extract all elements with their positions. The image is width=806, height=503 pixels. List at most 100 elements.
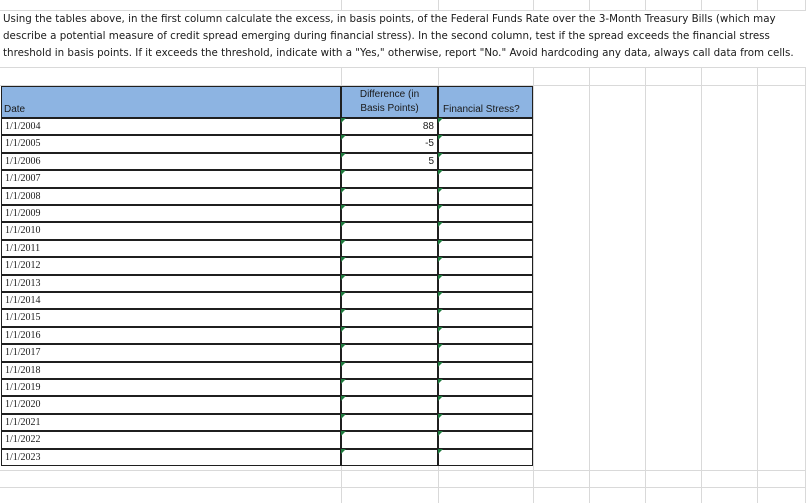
error-indicator-icon[interactable] [341, 379, 346, 384]
header-financial-stress[interactable]: Financial Stress? [438, 86, 533, 118]
error-indicator-icon[interactable] [341, 292, 346, 297]
date-cell[interactable]: 1/1/2020 [1, 396, 341, 414]
date-cell[interactable]: 1/1/2016 [1, 326, 341, 345]
error-indicator-icon[interactable] [438, 257, 443, 263]
financial-stress-cell[interactable] [438, 222, 533, 240]
date-cell[interactable]: 1/1/2018 [1, 361, 341, 379]
difference-cell[interactable]: 88 [341, 118, 438, 136]
financial-stress-cell[interactable] [438, 292, 533, 310]
error-indicator-icon[interactable] [341, 205, 346, 210]
financial-stress-cell[interactable] [438, 431, 533, 449]
financial-stress-cell[interactable] [438, 344, 533, 362]
difference-cell[interactable] [341, 413, 438, 432]
financial-stress-cell[interactable] [438, 379, 533, 397]
error-indicator-icon[interactable] [438, 309, 443, 315]
date-cell[interactable]: 1/1/2022 [1, 431, 341, 449]
error-indicator-icon[interactable] [438, 205, 443, 210]
error-indicator-icon[interactable] [341, 344, 346, 350]
difference-cell[interactable] [341, 222, 438, 240]
error-indicator-icon[interactable] [438, 361, 443, 367]
error-indicator-icon[interactable] [341, 361, 346, 367]
error-indicator-icon[interactable] [341, 396, 346, 402]
financial-stress-cell[interactable] [438, 187, 533, 205]
difference-cell[interactable] [341, 448, 438, 466]
difference-cell[interactable] [341, 187, 438, 205]
financial-stress-cell[interactable] [438, 118, 533, 136]
error-indicator-icon[interactable] [341, 222, 346, 228]
error-indicator-icon[interactable] [341, 170, 346, 176]
difference-cell[interactable] [341, 344, 438, 362]
date-cell[interactable]: 1/1/2008 [1, 187, 341, 205]
error-indicator-icon[interactable] [438, 413, 443, 419]
difference-cell[interactable] [341, 239, 438, 258]
difference-cell[interactable] [341, 257, 438, 275]
date-cell[interactable]: 1/1/2021 [1, 413, 341, 432]
financial-stress-cell[interactable] [438, 170, 533, 188]
difference-cell[interactable]: -5 [341, 135, 438, 153]
financial-stress-cell[interactable] [438, 274, 533, 292]
date-cell[interactable]: 1/1/2015 [1, 309, 341, 327]
financial-stress-cell[interactable] [438, 135, 533, 153]
instructions-text[interactable]: Using the tables above, in the first col… [0, 11, 806, 67]
date-cell[interactable]: 1/1/2009 [1, 205, 341, 223]
error-indicator-icon[interactable] [438, 431, 443, 437]
date-cell[interactable]: 1/1/2010 [1, 222, 341, 240]
error-indicator-icon[interactable] [341, 239, 346, 245]
financial-stress-cell[interactable] [438, 239, 533, 258]
date-cell[interactable]: 1/1/2004 [1, 118, 341, 136]
difference-cell[interactable] [341, 205, 438, 223]
error-indicator-icon[interactable] [438, 396, 443, 402]
error-indicator-icon[interactable] [438, 379, 443, 384]
error-indicator-icon[interactable] [341, 274, 346, 280]
error-indicator-icon[interactable] [438, 187, 443, 193]
date-cell[interactable]: 1/1/2011 [1, 239, 341, 258]
error-indicator-icon[interactable] [438, 222, 443, 228]
error-indicator-icon[interactable] [341, 152, 346, 158]
error-indicator-icon[interactable] [438, 344, 443, 350]
error-indicator-icon[interactable] [341, 413, 346, 419]
error-indicator-icon[interactable] [438, 326, 443, 332]
header-difference[interactable]: Difference (in Basis Points) [341, 86, 438, 118]
financial-stress-cell[interactable] [438, 257, 533, 275]
error-indicator-icon[interactable] [438, 152, 443, 158]
difference-cell[interactable] [341, 170, 438, 188]
error-indicator-icon[interactable] [341, 431, 346, 437]
difference-cell[interactable] [341, 396, 438, 414]
financial-stress-cell[interactable] [438, 309, 533, 327]
date-cell[interactable]: 1/1/2012 [1, 257, 341, 275]
error-indicator-icon[interactable] [341, 135, 346, 141]
date-cell[interactable]: 1/1/2014 [1, 292, 341, 310]
error-indicator-icon[interactable] [341, 309, 346, 315]
difference-cell[interactable] [341, 379, 438, 397]
date-cell[interactable]: 1/1/2006 [1, 152, 341, 171]
date-cell[interactable]: 1/1/2023 [1, 448, 341, 466]
financial-stress-cell[interactable] [438, 152, 533, 171]
error-indicator-icon[interactable] [341, 118, 346, 123]
error-indicator-icon[interactable] [438, 135, 443, 141]
error-indicator-icon[interactable] [438, 239, 443, 245]
financial-stress-cell[interactable] [438, 396, 533, 414]
date-cell[interactable]: 1/1/2017 [1, 344, 341, 362]
error-indicator-icon[interactable] [438, 448, 443, 454]
error-indicator-icon[interactable] [438, 170, 443, 176]
difference-cell[interactable] [341, 361, 438, 379]
error-indicator-icon[interactable] [438, 274, 443, 280]
date-cell[interactable]: 1/1/2007 [1, 170, 341, 188]
difference-cell[interactable] [341, 274, 438, 292]
difference-cell[interactable]: 5 [341, 152, 438, 171]
financial-stress-cell[interactable] [438, 413, 533, 432]
financial-stress-cell[interactable] [438, 361, 533, 379]
date-cell[interactable]: 1/1/2019 [1, 379, 341, 397]
date-cell[interactable]: 1/1/2005 [1, 135, 341, 153]
financial-stress-cell[interactable] [438, 326, 533, 345]
financial-stress-cell[interactable] [438, 448, 533, 466]
financial-stress-cell[interactable] [438, 205, 533, 223]
date-cell[interactable]: 1/1/2013 [1, 274, 341, 292]
error-indicator-icon[interactable] [341, 187, 346, 193]
difference-cell[interactable] [341, 309, 438, 327]
difference-cell[interactable] [341, 431, 438, 449]
error-indicator-icon[interactable] [438, 292, 443, 297]
header-date[interactable]: Date [1, 86, 341, 118]
error-indicator-icon[interactable] [341, 448, 346, 454]
difference-cell[interactable] [341, 326, 438, 345]
